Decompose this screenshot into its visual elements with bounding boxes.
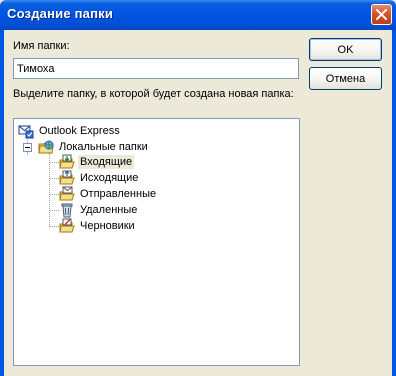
tree-connector: [49, 162, 59, 163]
sent-items-icon: [59, 186, 75, 201]
close-icon: [376, 9, 387, 20]
close-button[interactable]: [371, 4, 392, 25]
tree-node-label: Удаленные: [80, 204, 138, 216]
tree-node-local-folders[interactable]: Локальные папки: [38, 139, 150, 155]
select-folder-label: Выделите папку, в которой будет создана …: [13, 88, 294, 100]
window-title: Создание папки: [7, 6, 114, 21]
tree-node-sent-items[interactable]: Отправленные: [59, 186, 158, 202]
tree-node-drafts[interactable]: Черновики: [59, 218, 137, 234]
tree-node-deleted-items[interactable]: Удаленные: [59, 202, 139, 218]
window-frame-right: [392, 30, 396, 376]
folder-name-input[interactable]: [13, 58, 299, 79]
collapse-button[interactable]: [23, 143, 32, 152]
tree-node-label: Исходящие: [80, 172, 139, 184]
tree-connector: [49, 226, 59, 227]
drafts-icon: [59, 218, 75, 233]
tree-node-label: Черновики: [80, 220, 135, 232]
deleted-items-icon: [61, 203, 73, 218]
tree-node-label: Локальные папки: [59, 141, 148, 153]
local-folders-icon: [38, 140, 54, 154]
cancel-button[interactable]: Отмена: [309, 67, 382, 90]
tree-node-outlook-express[interactable]: Outlook Express: [18, 123, 122, 139]
folder-tree[interactable]: Outlook Express Локальные папки Входящие: [13, 118, 300, 366]
tree-node-inbox[interactable]: Входящие: [59, 154, 135, 170]
folder-name-label: Имя папки:: [13, 40, 70, 52]
inbox-icon: [59, 154, 75, 169]
tree-connector: [49, 178, 59, 179]
ok-button[interactable]: OK: [309, 38, 382, 61]
tree-node-label: Входящие: [78, 155, 135, 169]
tree-connector: [49, 194, 59, 195]
tree-node-label: Отправленные: [80, 188, 157, 200]
tree-node-outbox[interactable]: Исходящие: [59, 170, 140, 186]
window-frame-left: [0, 30, 4, 376]
tree-node-label: Outlook Express: [39, 125, 120, 137]
title-bar[interactable]: Создание папки: [0, 0, 396, 30]
outbox-icon: [59, 170, 75, 185]
tree-connector: [49, 153, 50, 227]
tree-connector: [49, 210, 59, 211]
outlook-express-icon: [18, 125, 34, 139]
